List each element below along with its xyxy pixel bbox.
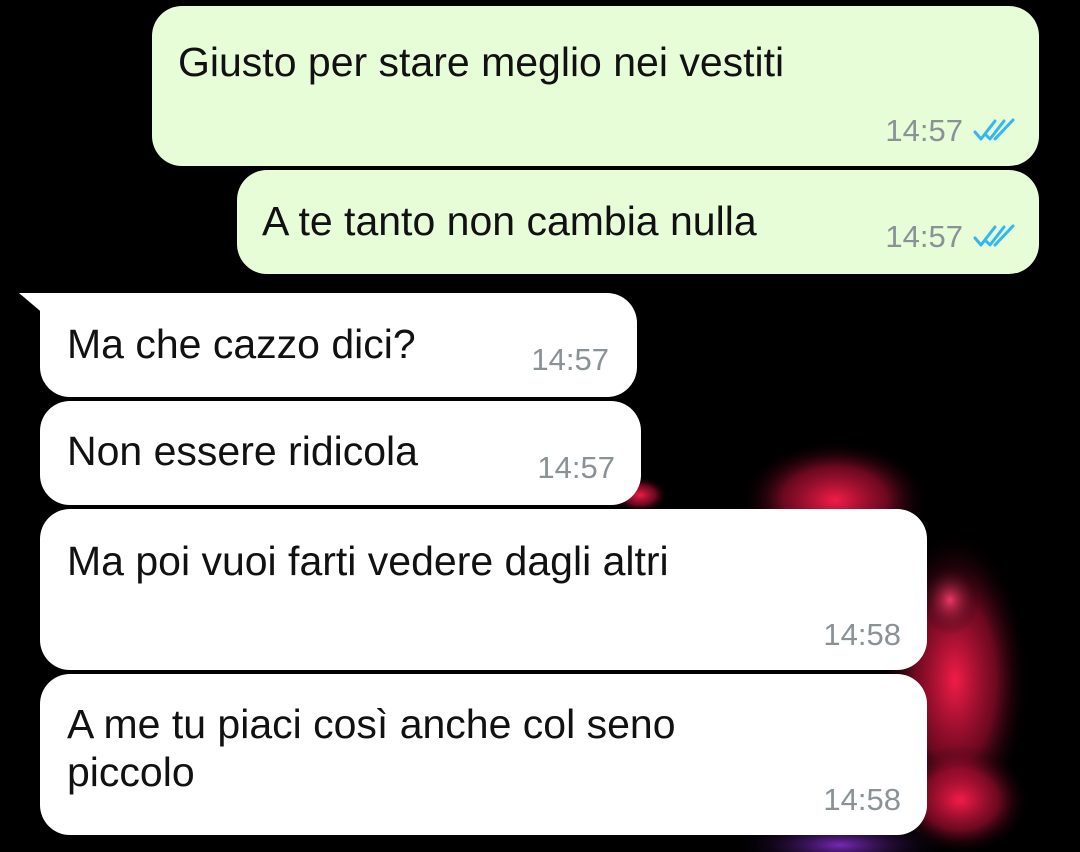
message-bubble-outgoing[interactable]: Giusto per stare meglio nei vestiti 14:5…: [152, 6, 1039, 166]
message-text: Ma poi vuoi farti vedere dagli altri: [67, 538, 669, 584]
message-meta: 14:57: [531, 343, 609, 377]
message-text: Giusto per stare meglio nei vestiti: [178, 39, 785, 85]
message-text: Non essere ridicola: [67, 428, 418, 474]
double-check-read-icon: [973, 118, 1015, 141]
message-meta: 14:57: [885, 114, 1017, 148]
message-meta: 14:57: [537, 451, 615, 485]
message-time: 14:57: [885, 113, 963, 148]
message-time: 14:58: [823, 617, 901, 652]
message-meta: 14:58: [823, 783, 901, 817]
message-time: 14:57: [531, 342, 609, 377]
message-bubble-incoming[interactable]: Ma poi vuoi farti vedere dagli altri 14:…: [40, 509, 927, 670]
message-time: 14:57: [537, 450, 615, 485]
message-meta: 14:58: [823, 618, 901, 652]
message-text: A te tanto non cambia nulla: [262, 198, 757, 244]
message-bubble-incoming[interactable]: Ma che cazzo dici? 14:57: [40, 293, 637, 397]
message-text: Ma che cazzo dici?: [67, 321, 416, 367]
message-bubble-outgoing[interactable]: A te tanto non cambia nulla 14:57: [237, 170, 1039, 274]
message-bubble-incoming[interactable]: Non essere ridicola 14:57: [40, 401, 641, 505]
message-time: 14:57: [885, 219, 963, 254]
double-check-read-icon: [973, 224, 1015, 247]
message-time: 14:58: [823, 782, 901, 817]
message-text: A me tu piaci così anche col seno piccol…: [67, 701, 676, 795]
message-bubble-incoming[interactable]: A me tu piaci così anche col seno piccol…: [40, 674, 927, 835]
message-meta: 14:57: [885, 220, 1017, 254]
chat-window: Giusto per stare meglio nei vestiti 14:5…: [0, 0, 1080, 852]
